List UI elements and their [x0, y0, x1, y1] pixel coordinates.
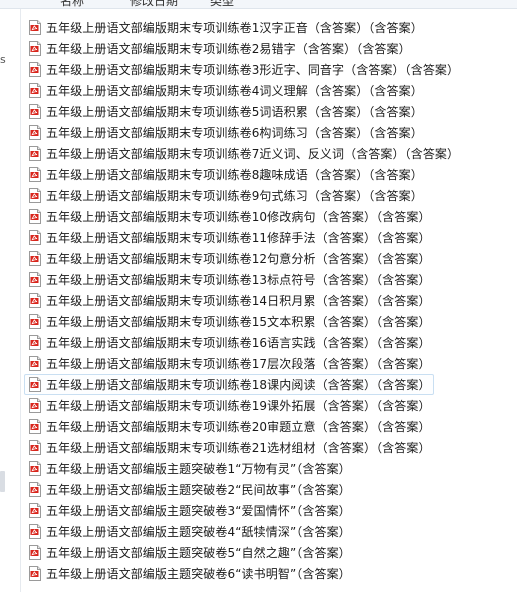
file-row[interactable]: 五年级上册语文部编版期末专项训练卷2易错字（含答案）（含答案）: [24, 38, 509, 59]
navigation-pane: s: [0, 9, 21, 592]
file-row[interactable]: 五年级上册语文部编版期末专项训练卷21选材组材（含答案）（含答案）: [24, 437, 509, 458]
file-row[interactable]: 五年级上册语文部编版主题突破卷5“自然之趣”（含答案）: [24, 542, 509, 563]
file-row[interactable]: 五年级上册语文部编版主题突破卷2“民间故事”（含答案）: [24, 479, 509, 500]
file-name: 五年级上册语文部编版期末专项训练卷11修辞手法（含答案）（含答案）: [46, 231, 431, 245]
file-row[interactable]: 五年级上册语文部编版期末专项训练卷9句式练习（含答案）（含答案）: [24, 185, 509, 206]
file-name: 五年级上册语文部编版期末专项训练卷8趣味成语（含答案）（含答案）: [46, 168, 423, 182]
file-name: 五年级上册语文部编版主题突破卷6“读书明智”（含答案）: [46, 567, 351, 581]
file-row[interactable]: 五年级上册语文部编版期末专项训练卷19课外拓展（含答案）（含答案）: [24, 395, 509, 416]
pdf-icon: [29, 209, 41, 224]
file-name: 五年级上册语文部编版期末专项训练卷9句式练习（含答案）（含答案）: [46, 189, 423, 203]
pdf-icon: [29, 461, 41, 476]
file-row[interactable]: 五年级上册语文部编版主题突破卷4“舐犊情深”（含答案）: [24, 521, 509, 542]
file-name: 五年级上册语文部编版期末专项训练卷7近义词、反义词（含答案）（含答案）: [46, 147, 460, 161]
pdf-icon: [29, 83, 41, 98]
pdf-icon: [29, 146, 41, 161]
file-name: 五年级上册语文部编版期末专项训练卷15文本积累（含答案）（含答案）: [46, 315, 431, 329]
file-row[interactable]: 五年级上册语文部编版期末专项训练卷12句意分析（含答案）（含答案）: [24, 248, 509, 269]
nav-scrollbar-thumb[interactable]: [0, 471, 5, 492]
file-name: 五年级上册语文部编版主题突破卷2“民间故事”（含答案）: [46, 483, 351, 497]
pdf-icon: [29, 440, 41, 455]
pdf-icon: [29, 104, 41, 119]
file-row[interactable]: 五年级上册语文部编版期末专项训练卷15文本积累（含答案）（含答案）: [24, 311, 509, 332]
pdf-icon: [29, 419, 41, 434]
file-name: 五年级上册语文部编版期末专项训练卷12句意分析（含答案）（含答案）: [46, 252, 431, 266]
file-name: 五年级上册语文部编版期末专项训练卷13标点符号（含答案）（含答案）: [46, 273, 431, 287]
file-row[interactable]: 五年级上册语文部编版期末专项训练卷1汉字正音（含答案）（含答案）: [24, 17, 509, 38]
file-name: 五年级上册语文部编版期末专项训练卷19课外拓展（含答案）（含答案）: [46, 399, 431, 413]
pdf-icon: [29, 356, 41, 371]
pdf-icon: [29, 188, 41, 203]
file-row[interactable]: 五年级上册语文部编版主题突破卷6“读书明智”（含答案）: [24, 563, 509, 584]
file-row[interactable]: 五年级上册语文部编版期末专项训练卷4词义理解（含答案）（含答案）: [24, 80, 509, 101]
file-name: 五年级上册语文部编版期末专项训练卷16语言实践（含答案）（含答案）: [46, 336, 431, 350]
pdf-icon: [29, 482, 41, 497]
file-name: 五年级上册语文部编版期末专项训练卷14日积月累（含答案）（含答案）: [46, 294, 431, 308]
file-name: 五年级上册语文部编版期末专项训练卷18课内阅读（含答案）（含答案）: [46, 378, 431, 392]
file-row[interactable]: 五年级上册语文部编版期末专项训练卷5词语积累（含答案）（含答案）: [24, 101, 509, 122]
column-header-date[interactable]: 修改日期: [130, 0, 178, 8]
pdf-icon: [29, 62, 41, 77]
file-row[interactable]: 五年级上册语文部编版期末专项训练卷10修改病句（含答案）（含答案）: [24, 206, 509, 227]
column-header-bar: 名称 修改日期 类型: [0, 0, 517, 9]
file-row[interactable]: 五年级上册语文部编版期末专项训练卷20审题立意（含答案）（含答案）: [24, 416, 509, 437]
pdf-icon: [29, 566, 41, 581]
file-name: 五年级上册语文部编版期末专项训练卷6构词练习（含答案）（含答案）: [46, 126, 423, 140]
file-name: 五年级上册语文部编版主题突破卷5“自然之趣”（含答案）: [46, 546, 351, 560]
pdf-icon: [29, 314, 41, 329]
pdf-icon: [29, 41, 41, 56]
pdf-icon: [29, 230, 41, 245]
pdf-icon: [29, 251, 41, 266]
pdf-icon: [29, 20, 41, 35]
file-list: 五年级上册语文部编版期末专项训练卷1汉字正音（含答案）（含答案） 五年级上册语文…: [24, 17, 509, 584]
file-row[interactable]: 五年级上册语文部编版期末专项训练卷7近义词、反义词（含答案）（含答案）: [24, 143, 509, 164]
file-row[interactable]: 五年级上册语文部编版期末专项训练卷6构词练习（含答案）（含答案）: [24, 122, 509, 143]
pdf-icon: [29, 125, 41, 140]
file-name: 五年级上册语文部编版期末专项训练卷17层次段落（含答案）（含答案）: [46, 357, 431, 371]
file-row[interactable]: 五年级上册语文部编版期末专项训练卷13标点符号（含答案）（含答案）: [24, 269, 509, 290]
column-header-type[interactable]: 类型: [210, 0, 234, 8]
pdf-icon: [29, 503, 41, 518]
file-name: 五年级上册语文部编版期末专项训练卷2易错字（含答案）（含答案）: [46, 42, 411, 56]
file-name: 五年级上册语文部编版期末专项训练卷20审题立意（含答案）（含答案）: [46, 420, 431, 434]
file-row[interactable]: 五年级上册语文部编版期末专项训练卷11修辞手法（含答案）（含答案）: [24, 227, 509, 248]
file-row[interactable]: 五年级上册语文部编版期末专项训练卷8趣味成语（含答案）（含答案）: [24, 164, 509, 185]
column-header-name[interactable]: 名称: [60, 0, 84, 8]
file-name: 五年级上册语文部编版期末专项训练卷21选材组材（含答案）（含答案）: [46, 441, 431, 455]
file-row[interactable]: 五年级上册语文部编版主题突破卷3“爱国情怀”（含答案）: [24, 500, 509, 521]
file-row[interactable]: 五年级上册语文部编版期末专项训练卷17层次段落（含答案）（含答案）: [24, 353, 509, 374]
pdf-icon: [29, 272, 41, 287]
pdf-icon: [29, 545, 41, 560]
file-row[interactable]: 五年级上册语文部编版期末专项训练卷3形近字、同音字（含答案）（含答案）: [24, 59, 509, 80]
file-name: 五年级上册语文部编版主题突破卷4“舐犊情深”（含答案）: [46, 525, 351, 539]
pdf-icon: [29, 335, 41, 350]
file-row[interactable]: 五年级上册语文部编版期末专项训练卷14日积月累（含答案）（含答案）: [24, 290, 509, 311]
pdf-icon: [29, 293, 41, 308]
file-name: 五年级上册语文部编版期末专项训练卷5词语积累（含答案）（含答案）: [46, 105, 423, 119]
file-row[interactable]: 五年级上册语文部编版期末专项训练卷18课内阅读（含答案）（含答案）: [24, 374, 434, 395]
pdf-icon: [29, 167, 41, 182]
file-name: 五年级上册语文部编版期末专项训练卷3形近字、同音字（含答案）（含答案）: [46, 63, 460, 77]
file-row[interactable]: 五年级上册语文部编版主题突破卷1“万物有灵”（含答案）: [24, 458, 509, 479]
file-name: 五年级上册语文部编版期末专项训练卷4词义理解（含答案）（含答案）: [46, 84, 423, 98]
nav-item-label[interactable]: s: [0, 53, 6, 66]
file-name: 五年级上册语文部编版期末专项训练卷1汉字正音（含答案）（含答案）: [46, 21, 423, 35]
file-row[interactable]: 五年级上册语文部编版期末专项训练卷16语言实践（含答案）（含答案）: [24, 332, 509, 353]
pdf-icon: [29, 524, 41, 539]
pdf-icon: [29, 398, 41, 413]
file-name: 五年级上册语文部编版主题突破卷3“爱国情怀”（含答案）: [46, 504, 351, 518]
file-name: 五年级上册语文部编版主题突破卷1“万物有灵”（含答案）: [46, 462, 351, 476]
pdf-icon: [29, 377, 41, 392]
file-name: 五年级上册语文部编版期末专项训练卷10修改病句（含答案）（含答案）: [46, 210, 431, 224]
